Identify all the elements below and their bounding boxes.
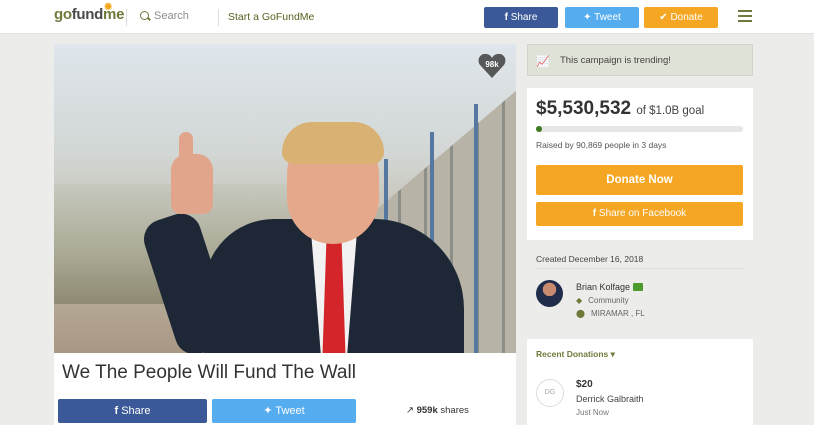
donate-now-button[interactable]: Donate Now	[536, 165, 743, 195]
tweet-label: Tweet	[275, 405, 305, 417]
tag-icon: ◆	[576, 296, 583, 305]
tweet-button[interactable]: ✦ Tweet	[212, 399, 356, 423]
progress-fill	[536, 126, 542, 132]
photo-person	[138, 114, 464, 353]
caret-down-icon: ▾	[610, 349, 615, 359]
created-date: Created December 16, 2018	[536, 254, 644, 264]
top-navigation: gofundme ✹ Search Start a GoFundMe f Sha…	[0, 0, 814, 34]
recent-donations-text: Recent Donations	[536, 349, 609, 359]
recent-donations-label: Recent Donations ▾	[536, 349, 615, 360]
campaign-title-box: We The People Will Fund The Wall	[54, 353, 516, 391]
nav-share-label: Share	[510, 12, 538, 23]
donation-time: Just Now	[576, 408, 609, 417]
trending-text: This campaign is trending!	[560, 55, 671, 66]
twitter-icon: ✦	[583, 12, 595, 23]
heart-count: 98k	[485, 60, 499, 69]
organizer-avatar[interactable]	[536, 280, 563, 307]
organizer-category: Community	[588, 296, 629, 305]
location-pin-icon: ⬤	[576, 309, 585, 318]
donor-avatar: DG	[536, 379, 564, 407]
facebook-share-button[interactable]: f Share	[58, 399, 207, 423]
logo-sun-icon: ✹	[104, 2, 113, 13]
campaign-title: We The People Will Fund The Wall	[62, 362, 356, 383]
amount-raised: $5,530,532 of $1.0B goal	[536, 98, 704, 120]
trending-arrow-icon: ↗	[406, 405, 417, 416]
shares-count: ↗ 959k shares	[406, 405, 469, 416]
search-icon	[140, 11, 149, 20]
divider	[536, 268, 744, 269]
organizer-category-row: ◆ Community	[576, 296, 629, 305]
recent-donations-header[interactable]: Recent Donations ▾	[527, 339, 753, 369]
nav-divider	[218, 9, 219, 26]
photo-hand	[171, 154, 213, 214]
nav-divider	[126, 9, 127, 26]
logo-fund: fund	[71, 6, 104, 23]
donation-item: DG $20 Derrick Galbraith Just Now	[527, 369, 753, 425]
search-field[interactable]: Search	[140, 10, 189, 22]
logo-go: go	[54, 6, 72, 23]
organizer-location: MIRAMAR , FL	[590, 309, 645, 318]
search-placeholder: Search	[154, 10, 189, 22]
nav-donate-label: Donate	[670, 12, 703, 23]
share-facebook-label: Share on Facebook	[598, 208, 687, 219]
gofundme-logo[interactable]: gofundme ✹	[54, 2, 124, 23]
message-icon[interactable]	[633, 283, 644, 291]
share-label: Share	[121, 405, 151, 417]
menu-icon[interactable]	[738, 10, 752, 22]
donation-card: $5,530,532 of $1.0B goal Raised by 90,86…	[527, 88, 753, 240]
nav-facebook-share-button[interactable]: f Share	[484, 7, 558, 28]
check-icon: ✔	[659, 12, 671, 23]
nav-tweet-label: Tweet	[594, 12, 621, 23]
photo-wall-post	[474, 104, 478, 353]
photo-hair	[282, 122, 384, 164]
raised-by-text: Raised by 90,869 people in 3 days	[536, 140, 667, 150]
heart-icon[interactable]: 98k	[478, 53, 506, 79]
organizer-name-row[interactable]: Brian Kolfage	[576, 282, 644, 292]
organizer-name: Brian Kolfage	[576, 282, 631, 292]
trending-banner: 📈 This campaign is trending!	[527, 44, 753, 76]
organizer-location-row: ⬤ MIRAMAR , FL	[576, 309, 645, 318]
raised-value: $5,530,532	[536, 98, 632, 119]
nav-tweet-button[interactable]: ✦ Tweet	[565, 7, 639, 28]
photo-thumb	[179, 132, 193, 162]
start-gofundme-link[interactable]: Start a GoFundMe	[228, 11, 314, 23]
donor-name: Derrick Galbraith	[576, 394, 644, 404]
shares-suffix: shares	[437, 405, 469, 416]
goal-text: of $1.0B goal	[636, 105, 705, 117]
share-on-facebook-button[interactable]: f Share on Facebook	[536, 202, 743, 226]
nav-donate-button[interactable]: ✔ Donate	[644, 7, 718, 28]
campaign-share-row: f Share ✦ Tweet ↗ 959k shares	[54, 391, 516, 425]
progress-bar	[536, 126, 743, 132]
donation-amount: $20	[576, 379, 593, 390]
trend-chart-icon: 📈	[536, 56, 550, 68]
shares-number: 959k	[416, 405, 438, 416]
twitter-icon: ✦	[263, 405, 276, 417]
campaign-photo	[54, 44, 516, 353]
organizer-info: Brian Kolfage ◆ Community ⬤ MIRAMAR , FL	[536, 280, 746, 326]
